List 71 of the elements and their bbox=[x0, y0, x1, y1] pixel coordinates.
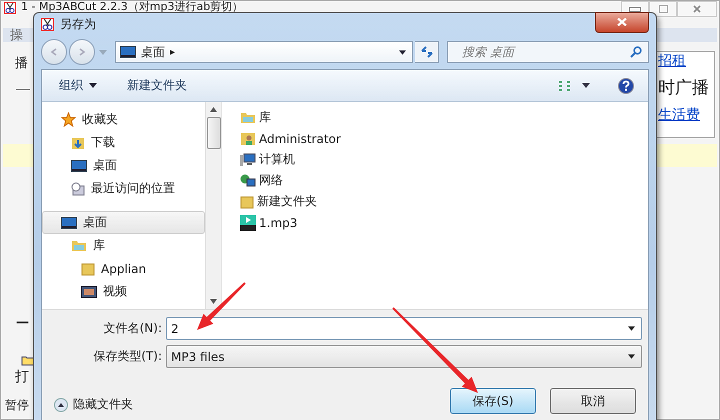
window-title: 1 - Mp3ABCut 2.2.3（对mp3进行ab剪切） bbox=[21, 1, 244, 13]
collapse-icon bbox=[54, 398, 68, 412]
ad-text: 时广播 bbox=[658, 77, 709, 99]
dropdown-arrow-icon[interactable] bbox=[628, 326, 635, 331]
help-icon[interactable] bbox=[618, 78, 634, 94]
scroll-down-icon[interactable] bbox=[210, 299, 217, 304]
caret-icon[interactable] bbox=[582, 83, 590, 88]
nav-item[interactable]: 下载 bbox=[42, 131, 205, 154]
ad-link[interactable]: 招租 bbox=[658, 51, 709, 71]
library-icon bbox=[240, 111, 256, 124]
organize-button[interactable]: 组织 bbox=[59, 77, 97, 94]
label-text: 播 bbox=[15, 55, 28, 72]
file-item[interactable]: Administrator bbox=[240, 128, 341, 149]
cancel-button[interactable]: 取消 bbox=[550, 388, 636, 414]
nav-item[interactable]: 视频 bbox=[42, 280, 205, 303]
dropdown-arrow-icon[interactable] bbox=[628, 354, 635, 359]
caret-icon bbox=[89, 83, 97, 88]
refresh-icon bbox=[420, 46, 434, 58]
scroll-up-icon[interactable] bbox=[210, 107, 217, 112]
slider-handle[interactable]: — bbox=[16, 315, 29, 330]
file-item[interactable]: 新建文件夹 bbox=[240, 191, 317, 212]
scrollbar[interactable] bbox=[205, 102, 221, 309]
video-icon bbox=[81, 286, 97, 298]
nav-item[interactable]: 收藏夹 bbox=[42, 108, 205, 131]
address-bar[interactable]: 桌面 ▸ bbox=[115, 41, 413, 63]
search-icon bbox=[630, 46, 642, 58]
status-text: 暂停 bbox=[5, 397, 29, 414]
folder-icon bbox=[21, 355, 35, 366]
nav-item[interactable]: 最近访问的位置 bbox=[42, 177, 205, 200]
nav-item[interactable]: 桌面 bbox=[42, 211, 205, 234]
desktop-icon bbox=[120, 46, 136, 58]
nav-item[interactable]: 桌面 bbox=[42, 154, 205, 177]
file-item[interactable]: 网络 bbox=[240, 170, 283, 191]
view-options-icon[interactable] bbox=[558, 80, 572, 92]
search-field[interactable]: 搜索 桌面 bbox=[447, 41, 649, 63]
close-button[interactable] bbox=[595, 12, 649, 32]
file-item[interactable]: 1.mp3 bbox=[240, 212, 298, 233]
user-folder-icon bbox=[240, 132, 256, 146]
file-item[interactable]: 计算机 bbox=[240, 149, 295, 170]
download-folder-icon bbox=[71, 136, 85, 150]
dialog-title: 另存为 bbox=[60, 16, 96, 32]
ad-link[interactable]: 生活费 bbox=[658, 105, 709, 125]
audio-file-icon bbox=[240, 214, 256, 230]
new-folder-button[interactable]: 新建文件夹 bbox=[127, 77, 187, 94]
menu-item[interactable]: 操 bbox=[10, 26, 23, 44]
annotation-arrow bbox=[197, 282, 246, 330]
folder-icon bbox=[81, 262, 95, 276]
folder-icon bbox=[240, 194, 254, 208]
file-item[interactable]: 库 bbox=[240, 107, 271, 128]
recent-places-icon bbox=[71, 182, 85, 196]
close-icon bbox=[693, 5, 701, 13]
open-button[interactable]: 打 bbox=[15, 368, 29, 386]
caret-icon[interactable] bbox=[399, 50, 406, 54]
file-type-dropdown[interactable]: MP3 files bbox=[166, 345, 642, 368]
field-label: 保存类型(T): bbox=[92, 348, 162, 365]
nav-item[interactable]: Applian bbox=[42, 257, 205, 280]
scroll-thumb[interactable] bbox=[206, 117, 220, 149]
save-button[interactable]: 保存(S) bbox=[450, 388, 536, 414]
filename-field[interactable]: 2 bbox=[166, 317, 642, 340]
computer-icon bbox=[240, 152, 256, 166]
network-icon bbox=[240, 174, 256, 188]
nav-item[interactable]: 库 bbox=[42, 234, 205, 257]
scissors-icon bbox=[41, 18, 54, 30]
refresh-button[interactable] bbox=[415, 41, 439, 63]
close-icon bbox=[617, 18, 627, 26]
library-icon bbox=[71, 239, 87, 252]
star-icon bbox=[61, 112, 76, 127]
hide-folders-button[interactable]: 隐藏文件夹 bbox=[54, 396, 133, 413]
desktop-icon bbox=[61, 216, 77, 228]
field-label: 文件名(N): bbox=[102, 320, 162, 337]
desktop-icon bbox=[71, 160, 87, 172]
